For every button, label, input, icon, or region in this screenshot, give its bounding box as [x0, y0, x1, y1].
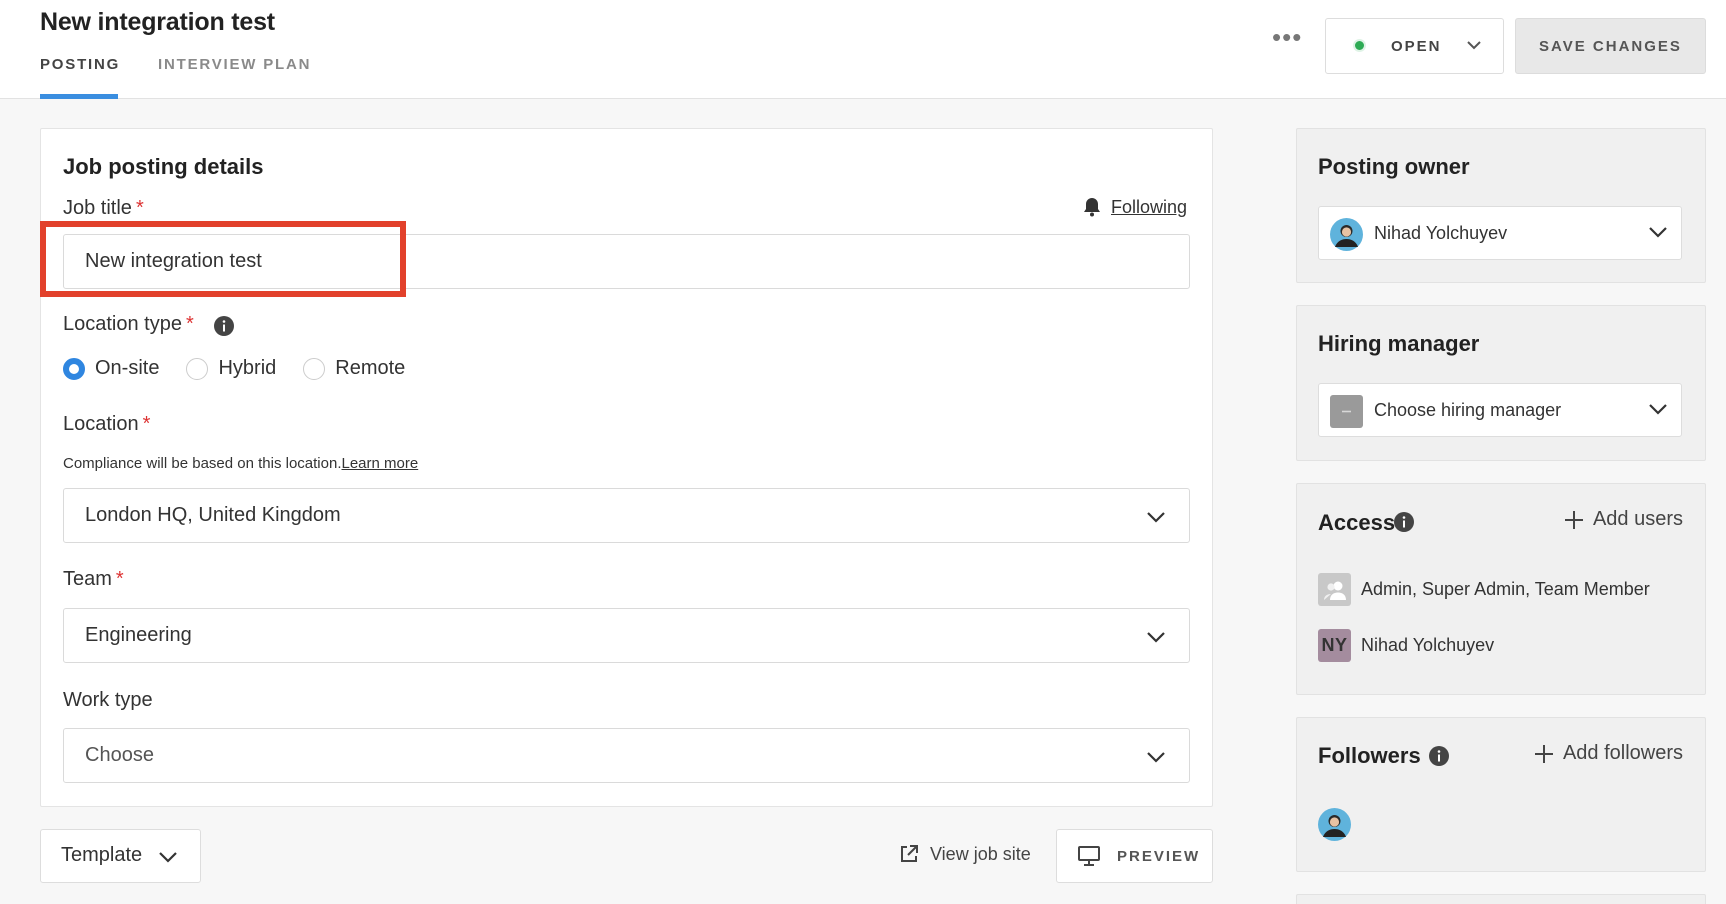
chevron-down-icon — [1467, 41, 1481, 50]
empty-avatar-icon — [1330, 395, 1363, 428]
required-marker: * — [135, 197, 144, 219]
view-job-site-label: View job site — [930, 843, 1031, 864]
tab-interview-plan[interactable]: INTERVIEW PLAN — [158, 56, 311, 73]
chevron-down-icon — [1649, 404, 1667, 415]
page-title: New integration test — [40, 8, 275, 36]
access-panel: Access Add users Admin, Super Admin, Tea… — [1296, 483, 1706, 695]
status-indicator-icon — [1353, 39, 1366, 52]
add-followers-button[interactable]: Add followers — [1533, 742, 1683, 765]
access-row-roles: Admin, Super Admin, Team Member — [1318, 573, 1650, 606]
page-header: New integration test POSTING INTERVIEW P… — [0, 0, 1726, 99]
following-toggle[interactable]: Following — [1081, 196, 1187, 218]
plus-icon — [1564, 510, 1583, 529]
active-tab-indicator — [40, 94, 118, 99]
job-title-input[interactable]: New integration test — [63, 234, 1190, 289]
job-posting-details-card: Job posting details Job title * Following… — [40, 128, 1213, 807]
radio-label-hybrid: Hybrid — [218, 357, 277, 379]
learn-more-link[interactable]: Learn more — [342, 455, 419, 472]
preview-button[interactable]: PREVIEW — [1056, 829, 1213, 883]
tab-posting[interactable]: POSTING — [40, 56, 120, 73]
following-label: Following — [1111, 196, 1188, 217]
external-link-icon — [901, 845, 918, 862]
work-type-label-text: Work type — [63, 689, 153, 711]
followers-panel: Followers Add followers — [1296, 717, 1706, 872]
hiring-manager-title: Hiring manager — [1318, 331, 1480, 356]
posting-owner-select[interactable]: Nihad Yolchuyev — [1318, 206, 1682, 260]
location-type-radio-group: On-site Hybrid Remote — [63, 357, 432, 380]
save-changes-label: SAVE CHANGES — [1539, 38, 1682, 55]
hiring-manager-placeholder: Choose hiring manager — [1374, 400, 1562, 420]
access-title: Access — [1318, 510, 1396, 535]
follower-avatar-icon[interactable] — [1318, 808, 1351, 841]
monitor-icon — [1078, 846, 1100, 866]
posting-owner-value: Nihad Yolchuyev — [1374, 223, 1508, 243]
team-label: Team * — [63, 568, 124, 591]
location-label: Location * — [63, 413, 150, 436]
hiring-manager-select[interactable]: Choose hiring manager — [1318, 383, 1682, 437]
posting-owner-title: Posting owner — [1318, 154, 1470, 179]
info-icon[interactable] — [213, 315, 235, 337]
access-row-user: NY Nihad Yolchuyev — [1318, 629, 1494, 662]
location-label-text: Location — [63, 413, 139, 435]
user-avatar-icon — [1330, 218, 1363, 251]
required-marker: * — [115, 568, 124, 590]
group-icon — [1318, 573, 1351, 606]
team-value: Engineering — [85, 624, 192, 646]
chevron-down-icon — [1147, 632, 1165, 643]
radio-on-site[interactable] — [63, 357, 85, 380]
location-type-label-text: Location type — [63, 313, 182, 335]
location-hint: Compliance will be based on this locatio… — [63, 455, 418, 472]
location-value: London HQ, United Kingdom — [85, 504, 341, 526]
view-job-site-link[interactable]: View job site — [898, 843, 1031, 865]
team-label-text: Team — [63, 568, 112, 590]
template-dropdown[interactable]: Template — [40, 829, 201, 883]
followers-title: Followers — [1318, 743, 1421, 768]
more-options-button[interactable]: ••• — [1272, 24, 1302, 50]
location-select[interactable]: London HQ, United Kingdom — [63, 488, 1190, 543]
radio-label-remote: Remote — [335, 357, 406, 379]
status-label: OPEN — [1391, 38, 1442, 55]
section-title: Job posting details — [63, 154, 264, 179]
access-roles-text: Admin, Super Admin, Team Member — [1361, 579, 1650, 599]
next-panel-partial — [1296, 894, 1706, 904]
add-users-label: Add users — [1592, 508, 1683, 530]
required-marker: * — [185, 313, 194, 335]
bell-icon — [1084, 198, 1100, 217]
location-type-label: Location type * — [63, 313, 194, 336]
location-hint-text: Compliance will be based on this locatio… — [63, 455, 342, 472]
job-title-value: New integration test — [85, 250, 262, 272]
info-icon[interactable] — [1428, 745, 1450, 767]
job-title-label-text: Job title — [63, 197, 132, 219]
hiring-manager-panel: Hiring manager Choose hiring manager — [1296, 305, 1706, 461]
radio-hybrid[interactable] — [186, 357, 209, 380]
save-changes-button[interactable]: SAVE CHANGES — [1515, 18, 1706, 74]
chevron-down-icon — [159, 852, 177, 863]
preview-label: PREVIEW — [1117, 848, 1201, 865]
chevron-down-icon — [1649, 227, 1667, 238]
plus-icon — [1534, 744, 1553, 763]
radio-remote[interactable] — [303, 357, 326, 380]
template-label: Template — [61, 844, 143, 866]
team-select[interactable]: Engineering — [63, 608, 1190, 663]
access-user-text: Nihad Yolchuyev — [1361, 635, 1495, 655]
add-followers-label: Add followers — [1562, 742, 1683, 764]
status-dropdown[interactable]: OPEN — [1325, 18, 1504, 74]
chevron-down-icon — [1147, 512, 1165, 523]
work-type-value: Choose — [85, 744, 154, 766]
work-type-label: Work type — [63, 689, 153, 712]
info-icon[interactable] — [1393, 511, 1415, 533]
radio-label-on-site: On-site — [95, 357, 160, 379]
required-marker: * — [142, 413, 151, 435]
job-title-label: Job title * — [63, 197, 144, 220]
posting-owner-panel: Posting owner Nihad Yolchuyev — [1296, 128, 1706, 283]
add-users-button[interactable]: Add users — [1563, 508, 1683, 531]
chevron-down-icon — [1147, 752, 1165, 763]
user-initials-avatar: NY — [1318, 629, 1351, 662]
work-type-select[interactable]: Choose — [63, 728, 1190, 783]
